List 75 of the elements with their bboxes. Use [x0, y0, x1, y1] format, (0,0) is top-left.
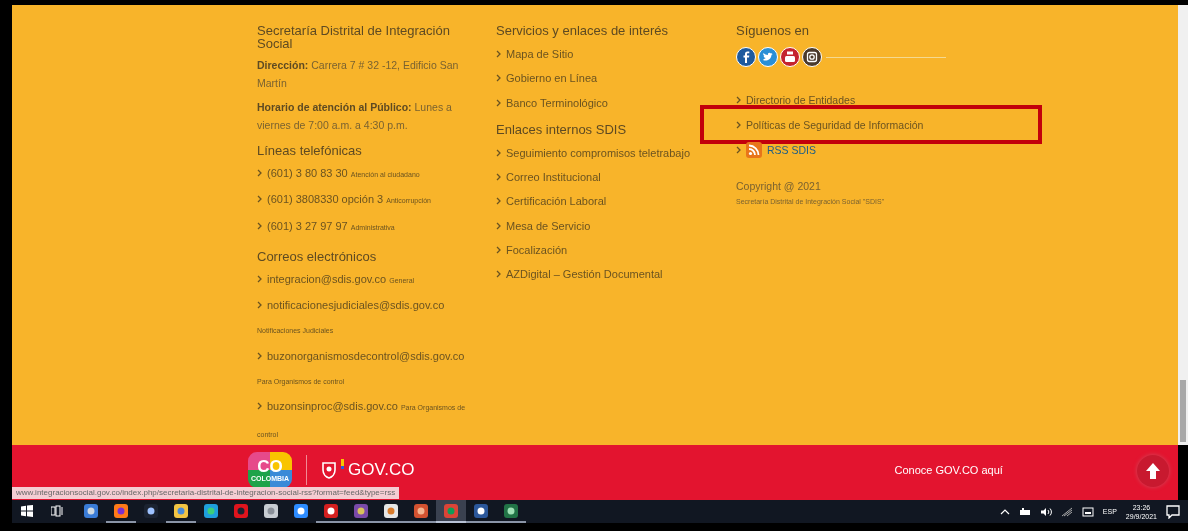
wifi-icon[interactable] [1060, 506, 1073, 517]
chevron-icon [496, 50, 501, 58]
app-icon [323, 502, 339, 519]
app-icon [293, 502, 309, 519]
chevron-icon [496, 197, 501, 206]
task-view-icon [51, 504, 63, 517]
footer-link[interactable]: Gobierno en Línea [496, 66, 736, 91]
app-icon [233, 502, 249, 519]
footer-link[interactable]: Políticas de Seguridad de Información [736, 118, 924, 131]
footer-link[interactable]: Focalización [496, 238, 736, 263]
chevron-icon [496, 221, 501, 230]
status-url: www.integracionsocial.gov.co/index.php/secretaria-distrital-de-integracion-social-rss?format=feed&type=rss [12, 487, 400, 499]
social-icon[interactable] [780, 47, 800, 67]
speaker-icon[interactable] [1039, 506, 1052, 517]
footer-link[interactable]: Seguimiento compromisos teletrabajo [496, 140, 736, 166]
chevron-icon [496, 173, 501, 182]
app-icon [203, 502, 219, 519]
chevron-icon [257, 221, 262, 230]
hours-text: Horario de atención al Público: Lunes a viernes de 7:00 a.m. a 4:30 p.m. [257, 100, 453, 133]
scrollbar[interactable] [1178, 5, 1188, 445]
app-icon [383, 502, 399, 519]
copyright-text: Copyright @ 2021 [736, 180, 822, 192]
arrow-up-icon [1145, 462, 1161, 480]
chevron-icon [257, 274, 262, 283]
footer-link[interactable]: Correo Institucional [496, 165, 736, 190]
footer-link[interactable]: Directorio de Entidades [736, 93, 856, 106]
app-icon [473, 502, 489, 519]
scroll-top-button[interactable] [1137, 455, 1169, 487]
app-icon [143, 502, 159, 519]
windows-icon [21, 504, 33, 517]
chevron-icon [496, 148, 501, 157]
footer-link[interactable]: Mapa de Sitio [496, 42, 736, 67]
section-heading: Líneas telefónicas [257, 144, 363, 157]
app-icon [83, 502, 99, 519]
column-heading: Enlaces internos SDIS [496, 122, 628, 136]
chevron-icon [496, 270, 501, 279]
chevron-icon [257, 301, 262, 310]
chevron-up-icon[interactable] [999, 508, 1010, 515]
chevron-icon [736, 120, 741, 129]
app-icon [113, 502, 129, 519]
chevron-icon [496, 98, 501, 107]
chevron-icon [736, 145, 741, 154]
footer-link[interactable]: Certificación Laboral [496, 189, 736, 214]
footer-link[interactable]: Mesa de Servicio [496, 213, 736, 239]
social-icon[interactable] [736, 47, 756, 67]
app-icon [503, 502, 519, 519]
column-heading: Secretaría Distrital de Integración Social [257, 24, 451, 50]
footer-link[interactable]: AZDigital – Gestión Documental [496, 262, 736, 287]
chevron-icon [257, 169, 262, 177]
address-text: Dirección: Carrera 7 # 32 -12, Edificio San Martín [257, 58, 460, 91]
social-icon[interactable] [802, 47, 822, 67]
app-icon [263, 502, 279, 519]
brand-text: GOV.CO [348, 460, 415, 480]
scroll-thumb[interactable] [1180, 380, 1186, 442]
app-icon [353, 502, 369, 519]
notification-icon[interactable] [1166, 504, 1180, 519]
chevron-icon [496, 246, 501, 255]
app-icon [443, 502, 459, 519]
chevron-icon [496, 74, 501, 83]
chevron-icon [257, 195, 262, 204]
network-icon[interactable] [1018, 506, 1031, 517]
chevron-icon [257, 402, 262, 411]
column-heading: Servicios y enlaces de interés [496, 24, 669, 37]
rss-link[interactable]: RSS SDIS [736, 141, 816, 158]
display-icon[interactable] [1081, 506, 1094, 517]
section-heading: Correos electrónicos [257, 249, 378, 263]
shield-icon [321, 461, 337, 479]
app-icon [413, 502, 429, 519]
chevron-icon [736, 95, 741, 104]
column-heading: Síguenos en [736, 24, 810, 37]
chevron-icon [257, 351, 262, 360]
gov-link[interactable]: Conoce GOV.CO aquí [894, 464, 1003, 476]
logo-text: CO [257, 457, 283, 475]
footer-link[interactable]: Banco Terminológico [496, 90, 736, 115]
app-icon [173, 502, 189, 519]
